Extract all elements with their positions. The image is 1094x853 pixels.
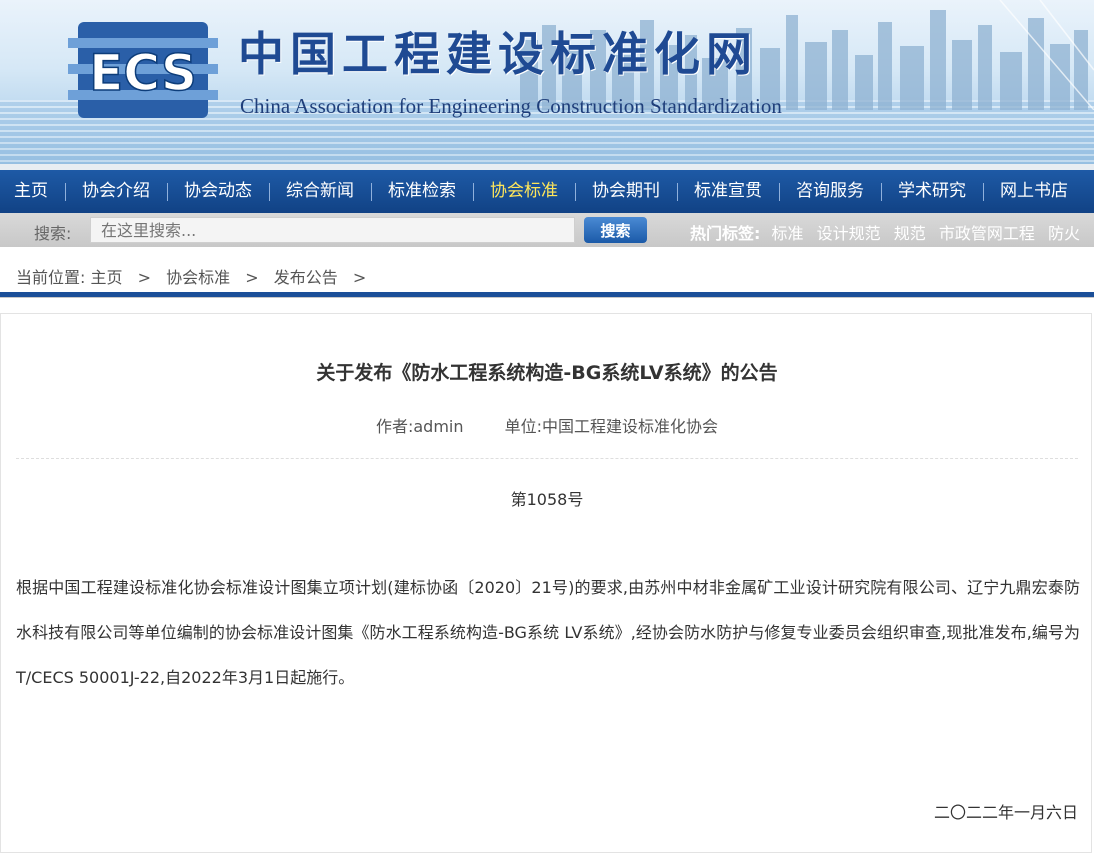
site-subtitle: China Association for Engineering Constr…: [240, 94, 782, 118]
article-body: 根据中国工程建设标准化协会标准设计图集立项计划(建标协函〔2020〕21号)的要…: [16, 578, 1080, 687]
nav-item-promotion[interactable]: 标准宣贯: [677, 170, 779, 213]
hot-tags-label: 热门标签:: [690, 224, 761, 243]
hot-tag-link[interactable]: 防火: [1048, 224, 1080, 243]
breadcrumb-gray-rule: [0, 297, 1094, 298]
article-meta: 作者:admin 单位:中国工程建设标准化协会: [1, 413, 1093, 437]
search-input[interactable]: [90, 217, 575, 243]
nav-item-about[interactable]: 协会介绍: [65, 170, 167, 213]
nav-item-bookstore[interactable]: 网上书店: [983, 170, 1085, 213]
nav-item-standard-search[interactable]: 标准检索: [371, 170, 473, 213]
breadcrumb-prefix: 当前位置:: [16, 268, 86, 287]
hot-tag-link[interactable]: 设计规范: [817, 224, 881, 243]
site-title: 中国工程建设标准化网: [238, 27, 758, 81]
breadcrumb-home[interactable]: 主页: [91, 268, 123, 287]
nav-item-journal[interactable]: 协会期刊: [575, 170, 677, 213]
hot-tag-link[interactable]: 规范: [894, 224, 926, 243]
nav-item-home[interactable]: 主页: [0, 170, 65, 213]
nav-item-general-news[interactable]: 综合新闻: [269, 170, 371, 213]
meta-divider: [16, 458, 1078, 459]
article-title: 关于发布《防水工程系统构造-BG系统LV系统》的公告: [316, 362, 778, 384]
nav-item-research[interactable]: 学术研究: [881, 170, 983, 213]
nav-item-consulting[interactable]: 咨询服务: [779, 170, 881, 213]
search-label: 搜索:: [34, 224, 72, 243]
breadcrumb-separator: >: [137, 268, 152, 287]
ecs-logo: ECS: [68, 22, 218, 118]
article-author: 作者:admin: [375, 417, 464, 436]
breadcrumb-separator: >: [245, 268, 259, 287]
article-date: 二〇二二年一月六日: [933, 803, 1078, 822]
search-button[interactable]: 搜索: [584, 217, 647, 243]
nav-item-news[interactable]: 协会动态: [167, 170, 269, 213]
hot-tag-link[interactable]: 标准: [772, 224, 804, 243]
breadcrumb-association-standards[interactable]: 协会标准: [166, 268, 230, 287]
header-banner: ECS 中国工程建设标准化网 China Association for Eng…: [0, 0, 1094, 170]
article-unit: 单位:中国工程建设标准化协会: [504, 417, 719, 436]
hot-tags: 热门标签: 标准 设计规范 规范 市政管网工程 防火: [690, 220, 1088, 244]
main-nav: 主页 协会介绍 协会动态 综合新闻 标准检索 协会标准 协会期刊 标准宣贯 咨询…: [0, 170, 1094, 213]
article-panel: 关于发布《防水工程系统构造-BG系统LV系统》的公告 作者:admin 单位:中…: [0, 313, 1092, 853]
breadcrumb-separator: >: [352, 268, 367, 287]
hot-tag-link[interactable]: 市政管网工程: [939, 224, 1035, 243]
logo-text: ECS: [89, 44, 197, 102]
breadcrumb-announcements[interactable]: 发布公告: [274, 268, 338, 287]
breadcrumb: 当前位置: 主页 > 协会标准 > 发布公告 >: [16, 264, 376, 288]
search-bar: 搜索: 搜索 热门标签: 标准 设计规范 规范 市政管网工程 防火: [0, 213, 1094, 247]
nav-item-association-standards[interactable]: 协会标准: [473, 170, 575, 213]
document-number: 第1058号: [510, 490, 584, 509]
